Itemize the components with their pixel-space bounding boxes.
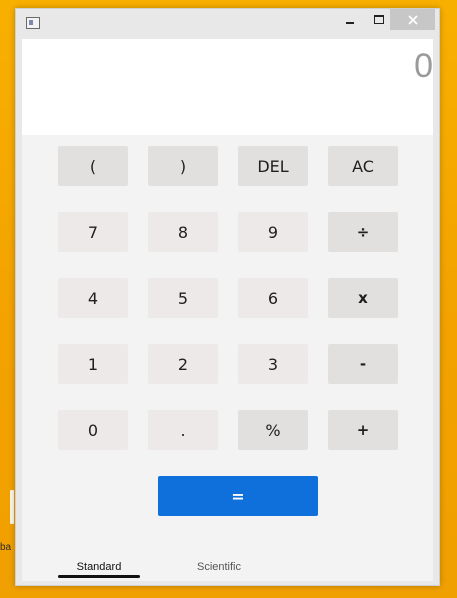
key-5[interactable]: 5 <box>148 278 218 318</box>
display-value: 0 <box>414 47 433 85</box>
key-2[interactable]: 2 <box>148 344 218 384</box>
active-tab-indicator <box>58 575 140 578</box>
key-7[interactable]: 7 <box>58 212 128 252</box>
key-divide[interactable]: ÷ <box>328 212 398 252</box>
key-multiply[interactable]: x <box>328 278 398 318</box>
maximize-button[interactable] <box>366 9 392 30</box>
key-add[interactable]: + <box>328 410 398 450</box>
key-open-paren[interactable]: ( <box>58 146 128 186</box>
tab-scientific[interactable]: Scientific <box>178 557 260 577</box>
key-close-paren[interactable]: ) <box>148 146 218 186</box>
equals-button[interactable]: = <box>158 476 318 516</box>
close-button[interactable] <box>390 9 435 30</box>
close-icon <box>407 14 418 25</box>
key-1[interactable]: 1 <box>58 344 128 384</box>
title-bar[interactable] <box>16 9 439 37</box>
key-decimal[interactable]: . <box>148 410 218 450</box>
key-subtract[interactable]: - <box>328 344 398 384</box>
calculator-window: 0 ( ) DEL AC 7 8 9 ÷ 4 5 6 x 1 2 3 - 0 .… <box>15 8 440 586</box>
desktop-label-fragment: ba <box>0 542 12 553</box>
key-9[interactable]: 9 <box>238 212 308 252</box>
desktop-shortcut-icon[interactable] <box>10 490 14 524</box>
key-3[interactable]: 3 <box>238 344 308 384</box>
key-6[interactable]: 6 <box>238 278 308 318</box>
minimize-button[interactable] <box>337 9 363 30</box>
app-icon[interactable] <box>26 17 40 29</box>
minimize-icon <box>346 21 354 24</box>
calculator-display: 0 <box>22 39 433 135</box>
tab-standard[interactable]: Standard <box>58 557 140 577</box>
key-8[interactable]: 8 <box>148 212 218 252</box>
key-4[interactable]: 4 <box>58 278 128 318</box>
keypad: ( ) DEL AC 7 8 9 ÷ 4 5 6 x 1 2 3 - 0 . %… <box>22 135 433 581</box>
maximize-icon <box>374 15 384 24</box>
key-percent[interactable]: % <box>238 410 308 450</box>
key-all-clear[interactable]: AC <box>328 146 398 186</box>
key-delete[interactable]: DEL <box>238 146 308 186</box>
key-0[interactable]: 0 <box>58 410 128 450</box>
